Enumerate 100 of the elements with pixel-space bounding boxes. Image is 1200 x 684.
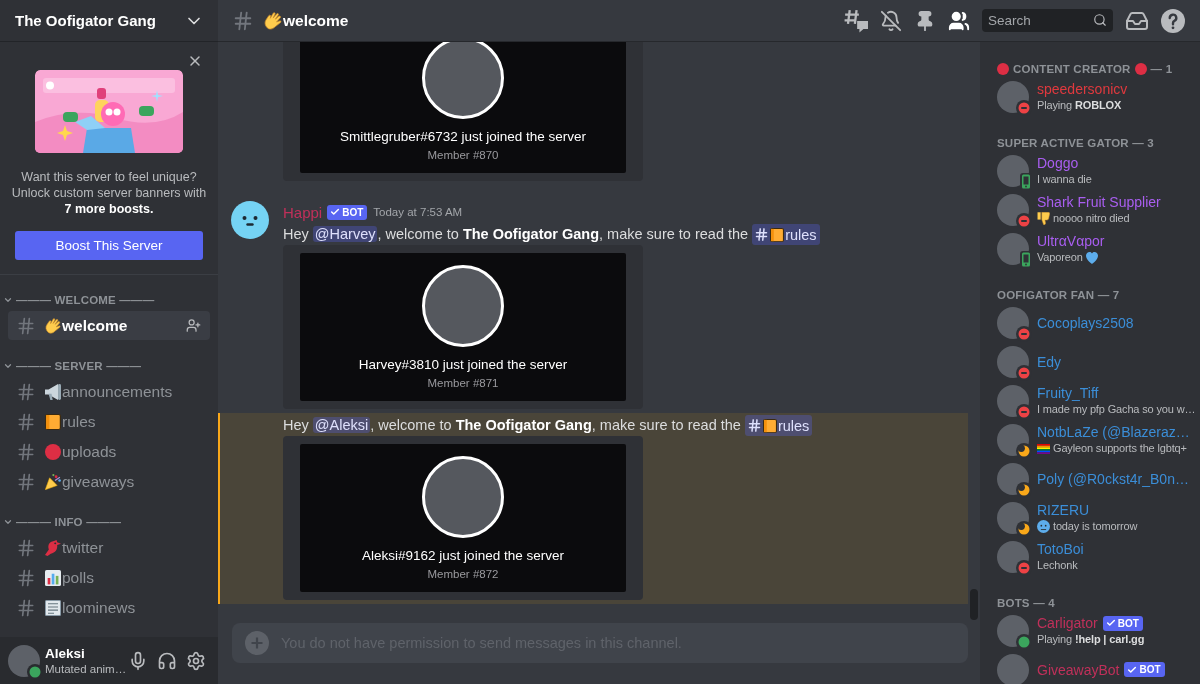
scrollbar-thumb[interactable] — [970, 589, 978, 620]
role-heading: SUPER ACTIVE GATOR — 3 — [997, 137, 1154, 149]
member-name[interactable]: GiveawayBot — [1037, 660, 1120, 679]
member-activity: I made my pfp Gacha so you w… — [1037, 402, 1196, 417]
boost-server-button[interactable]: Boost This Server — [15, 231, 203, 260]
member-number: Member #871 — [427, 376, 499, 391]
channel-item[interactable]: loominews — [8, 593, 210, 622]
member-name[interactable]: Shark Fruit Supplier — [1037, 193, 1161, 211]
bar-chart-icon — [45, 569, 61, 586]
member-name[interactable]: TotoBoi — [1037, 540, 1084, 558]
member-activity: Lechonk — [1037, 558, 1078, 573]
user-mention[interactable]: @Aleksi — [312, 417, 371, 433]
microphone-icon[interactable] — [128, 650, 148, 671]
members-icon[interactable] — [948, 9, 970, 32]
hash-icon — [16, 597, 36, 618]
chevron-down-icon[interactable] — [3, 361, 13, 371]
member-name[interactable]: RIZERU — [1037, 501, 1090, 519]
channel-mention[interactable]: rules — [752, 224, 820, 245]
welcome-text: Smittlegruber#6732 just joined the server — [339, 128, 587, 146]
help-icon[interactable] — [1161, 8, 1185, 33]
waving-hand-icon — [45, 317, 61, 334]
member-name[interactable]: Poly (@R0ckst4r_B0n… — [1037, 469, 1189, 488]
hash-icon — [16, 411, 36, 432]
bird-icon — [45, 539, 61, 556]
member-name[interactable]: Cocoplays2508 — [1037, 313, 1134, 332]
smiley-avatar[interactable] — [231, 201, 269, 239]
channel-title: welcome — [283, 11, 349, 30]
megaphone-icon — [45, 383, 61, 400]
channel-item[interactable]: welcome — [8, 311, 210, 340]
hash-icon — [746, 418, 762, 433]
channel-mention[interactable]: rules — [744, 415, 813, 436]
category-title[interactable]: ——— INFO ——— — [16, 516, 122, 528]
thumbs-down-icon — [1037, 212, 1050, 225]
striped-flag-icon — [1037, 443, 1050, 454]
chevron-down-icon[interactable] — [3, 295, 13, 305]
close-icon[interactable] — [187, 53, 203, 69]
hash-icon — [16, 381, 36, 402]
message-text: Hey @Aleksi, welcome to The Oofigator Gang, make sure to read the rules — [283, 414, 813, 436]
face-icon — [1037, 520, 1050, 533]
notebook-icon — [45, 413, 61, 430]
member-name[interactable]: speedersonicv — [1037, 80, 1128, 98]
user-avatar[interactable] — [997, 232, 1029, 265]
member-name[interactable]: Fruity_Tiff — [1037, 384, 1099, 402]
hash-icon — [16, 441, 36, 462]
dot-icon — [45, 443, 61, 460]
dot-icon — [997, 63, 1009, 75]
dot-icon — [1134, 63, 1147, 75]
category-title[interactable]: ——— SERVER ——— — [16, 360, 142, 372]
role-heading: CONTENT CREATOR — [1013, 63, 1131, 75]
member-activity: Vaporeon — [1037, 250, 1083, 265]
channel-item[interactable]: giveaways — [8, 467, 210, 496]
server-name[interactable]: The Oofigator Gang — [15, 12, 156, 29]
member-name[interactable]: Edy — [1037, 352, 1062, 371]
member-name[interactable]: Doggo — [1037, 154, 1079, 172]
bot-label: BOT — [1117, 616, 1139, 631]
channel-item[interactable]: rules — [8, 407, 210, 436]
channel-item[interactable]: uploads — [8, 437, 210, 466]
waving-hand-icon — [264, 11, 282, 30]
settings-icon[interactable] — [186, 650, 206, 671]
bell-off-icon[interactable] — [880, 9, 902, 32]
member-name[interactable]: UltrαVαpor — [1037, 232, 1105, 250]
member-name[interactable]: Carligator — [1037, 614, 1098, 632]
member-number: Member #872 — [427, 567, 499, 582]
notebook-icon — [762, 418, 777, 433]
welcome-text: Harvey#3810 just joined the server — [358, 356, 568, 374]
channel-item[interactable]: polls — [8, 563, 210, 592]
member-name[interactable]: NotbLaZe (@Blazeraz… — [1037, 423, 1190, 441]
author-name[interactable]: Happi — [283, 203, 323, 221]
user-status-text: Mutated anim… — [45, 662, 123, 676]
headphones-icon[interactable] — [157, 650, 177, 671]
add-member-icon[interactable] — [186, 318, 201, 333]
party-popper-icon — [45, 473, 61, 490]
bot-label: BOT — [1139, 663, 1161, 677]
search-field[interactable]: Search — [982, 9, 1113, 32]
search-icon[interactable] — [1093, 13, 1107, 27]
user-avatar[interactable] — [997, 154, 1029, 187]
notebook-icon — [770, 227, 785, 242]
hash-icon — [16, 537, 36, 558]
boost-description: Want this server to feel unique? Unlock custom server banners with 7 more boosts. — [10, 169, 208, 217]
member-activity: I wanna die — [1037, 172, 1092, 187]
user-mention[interactable]: @Harvey — [312, 226, 378, 242]
welcome-text: Aleksi#9162 just joined the server — [362, 547, 564, 565]
message-timestamp: Today at 7:53 AM — [373, 206, 463, 218]
member-number: Member #870 — [427, 148, 499, 163]
chevron-down-icon[interactable] — [3, 517, 13, 527]
category-title[interactable]: ——— WELCOME ——— — [16, 294, 155, 306]
user-name: Aleksi — [45, 645, 86, 662]
member-activity: Playing !help | carl.gg — [1037, 632, 1145, 647]
hash-icon — [754, 227, 770, 242]
newspaper-icon — [45, 599, 61, 616]
member-activity: Gayleon supports the lgbtq+ — [1053, 441, 1187, 456]
member-activity: Playing ROBLOX — [1037, 98, 1122, 113]
threads-icon[interactable] — [844, 8, 868, 33]
hash-icon — [232, 9, 254, 32]
hash-icon — [16, 471, 36, 492]
member-activity: noooo nitro died — [1053, 211, 1130, 226]
channel-item[interactable]: twitter — [8, 533, 210, 562]
channel-item[interactable]: announcements — [8, 377, 210, 406]
heart-icon — [1085, 251, 1098, 264]
hash-icon — [16, 567, 36, 588]
